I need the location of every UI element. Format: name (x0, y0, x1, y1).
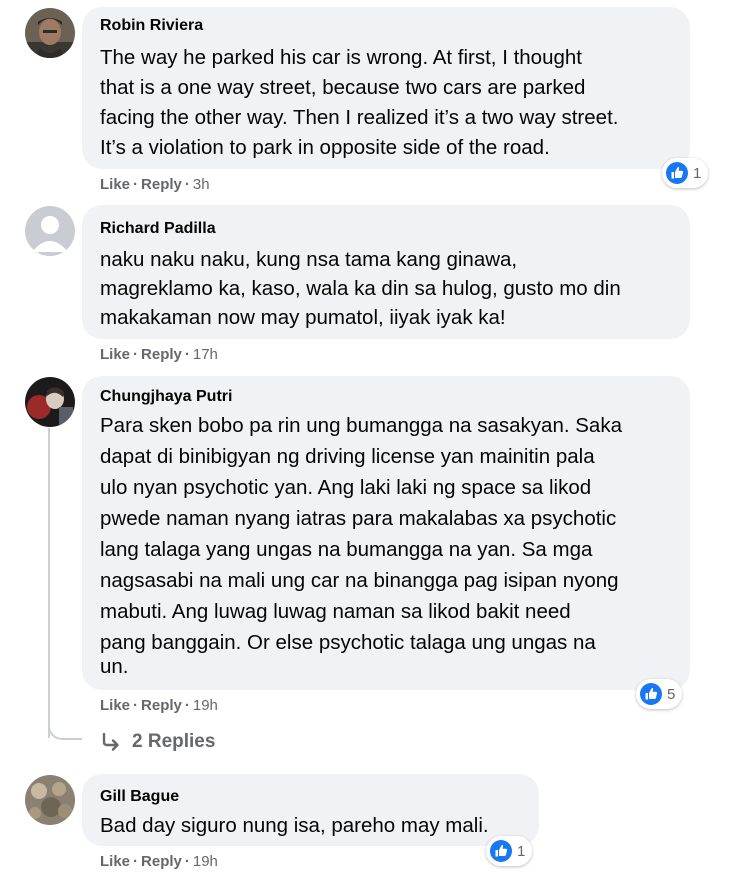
comment-text-line: The way he parked his car is wrong. At f… (100, 46, 582, 69)
comment-text-line: facing the other way. Then I realized it… (100, 106, 619, 129)
reply-link[interactable]: Reply (141, 697, 182, 714)
comment-text-line: that is a one way street, because two ca… (100, 76, 586, 99)
comment-author[interactable]: Chungjhaya Putri (100, 388, 232, 406)
comment-actions: Like · Reply · 3h (100, 176, 210, 193)
like-reaction-icon (490, 840, 512, 862)
comment-text-line: dapat di binibigyan ng driving license y… (100, 445, 595, 468)
comment-text-line: nagsasabi na mali ung car na binangga pa… (100, 569, 619, 592)
comment-timestamp[interactable]: 19h (193, 697, 218, 714)
reaction-count: 5 (667, 685, 676, 703)
like-link[interactable]: Like (100, 853, 130, 870)
comment-text-line: ulo nyan psychotic yan. Ang laki laki ng… (100, 476, 592, 499)
comment-bubble: Richard Padilla naku naku naku, kung nsa… (82, 205, 690, 339)
like-reaction-icon (640, 683, 662, 705)
like-link[interactable]: Like (100, 176, 130, 193)
comment-author[interactable]: Robin Riviera (100, 17, 203, 35)
thread-line (48, 428, 50, 738)
replies-count-label: 2 Replies (132, 731, 216, 752)
comment-actions: Like · Reply · 19h (100, 697, 218, 714)
reply-arrow-icon (102, 732, 119, 751)
like-link[interactable]: Like (100, 697, 130, 714)
reaction-count-badge[interactable]: 1 (662, 158, 709, 188)
comment-text-line: It’s a violation to park in opposite sid… (100, 136, 550, 159)
reply-link[interactable]: Reply (141, 346, 182, 363)
reply-link[interactable]: Reply (141, 176, 182, 193)
comment-timestamp[interactable]: 3h (193, 176, 210, 193)
avatar-richard-padilla[interactable] (25, 206, 75, 256)
thread-connector (48, 705, 82, 740)
reply-link[interactable]: Reply (141, 853, 182, 870)
reaction-count-badge[interactable]: 5 (636, 679, 683, 709)
comment-text-line: naku naku naku, kung nsa tama kang ginaw… (100, 248, 518, 271)
comment-text-line: makakaman now may pumatol, iiyak iyak ka… (100, 306, 506, 329)
comment-text-line: lang talaga yang ungas na bumangga na ya… (100, 538, 593, 561)
comment-bubble: Chungjhaya Putri Para sken bobo pa rin u… (82, 376, 690, 690)
reaction-count-badge[interactable]: 1 (486, 836, 533, 866)
like-reaction-icon (666, 162, 688, 184)
comment-bubble: Gill Bague Bad day siguro nung isa, pare… (82, 774, 539, 846)
comment-author[interactable]: Gill Bague (100, 788, 179, 806)
comment-timestamp[interactable]: 17h (193, 346, 218, 363)
reaction-count: 1 (693, 164, 702, 182)
comment-text-line: magreklamo ka, kaso, wala ka din sa hulo… (100, 277, 621, 300)
comment-bubble: Robin Riviera The way he parked his car … (82, 7, 690, 169)
comment-actions: Like · Reply · 19h (100, 853, 218, 870)
comment-text-line: Para sken bobo pa rin ung bumangga na sa… (100, 414, 622, 437)
reaction-count: 1 (517, 842, 526, 860)
avatar-gill-bague[interactable] (25, 775, 75, 825)
comment-actions: Like · Reply · 17h (100, 346, 218, 363)
comment-author[interactable]: Richard Padilla (100, 220, 216, 238)
comment-text-line: mabuti. Ang luwag luwag naman sa likod b… (100, 600, 571, 623)
comment-text-line: un. (100, 655, 129, 678)
comment-text-line: pang banggain. Or else psychotic talaga … (100, 631, 596, 654)
comment-text-line: Bad day siguro nung isa, pareho may mali… (100, 814, 489, 837)
view-replies-link[interactable]: 2 Replies (100, 731, 215, 753)
comment-timestamp[interactable]: 19h (193, 853, 218, 870)
avatar-robin-riviera[interactable] (25, 8, 75, 58)
like-link[interactable]: Like (100, 346, 130, 363)
avatar-chungjhaya-putri[interactable] (25, 377, 75, 427)
comment-text-line: pwede naman nyang iatras para makalabas … (100, 507, 617, 530)
